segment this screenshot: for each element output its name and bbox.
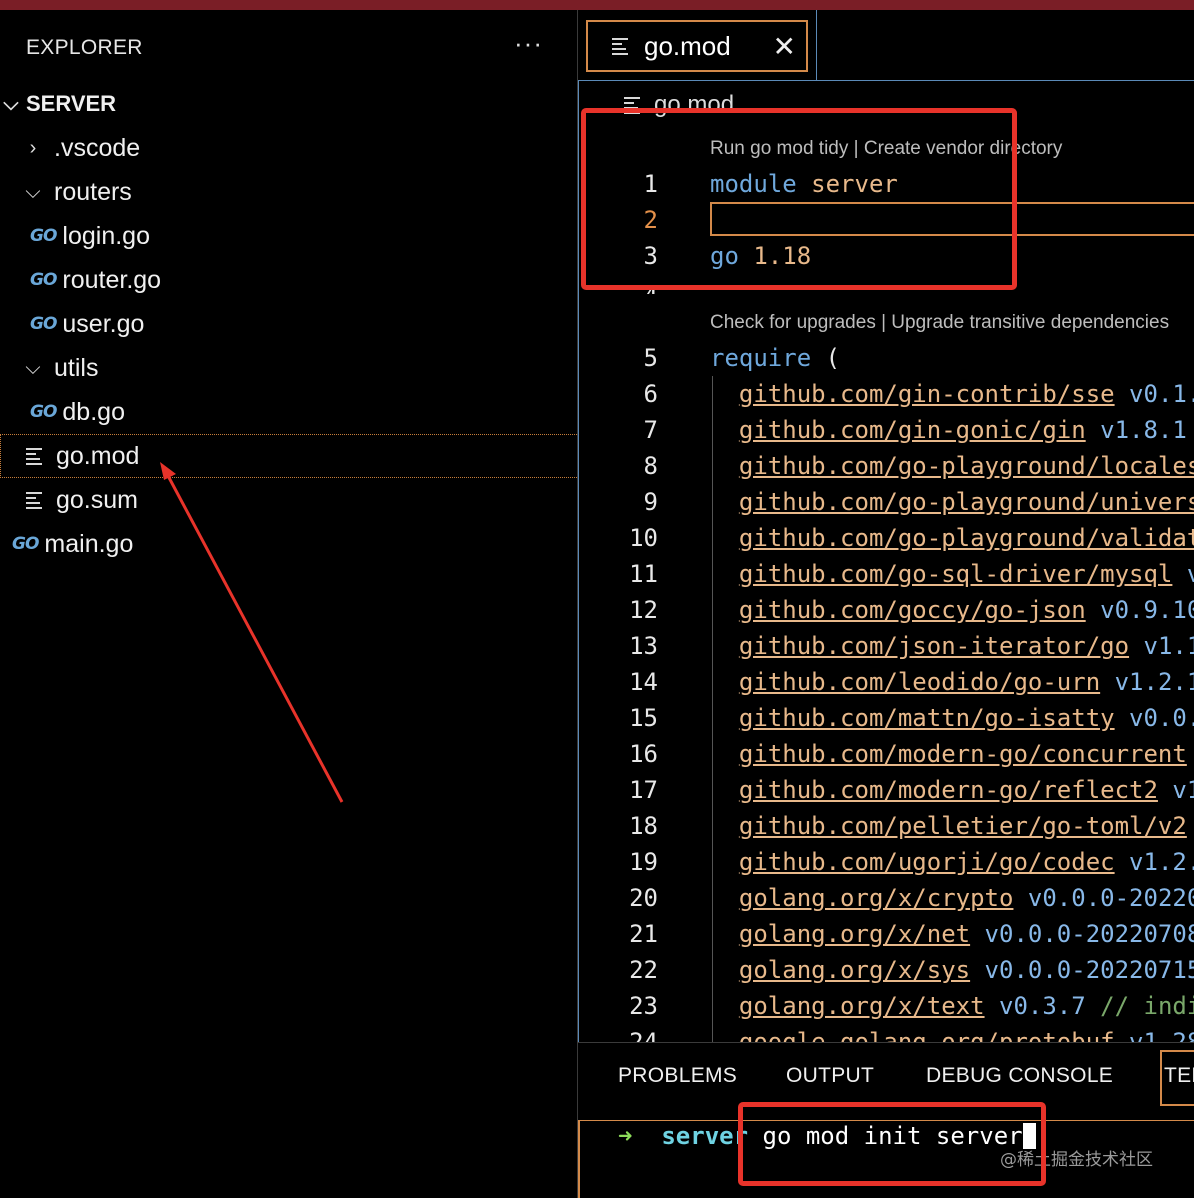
annotation-arrow [160,462,344,803]
